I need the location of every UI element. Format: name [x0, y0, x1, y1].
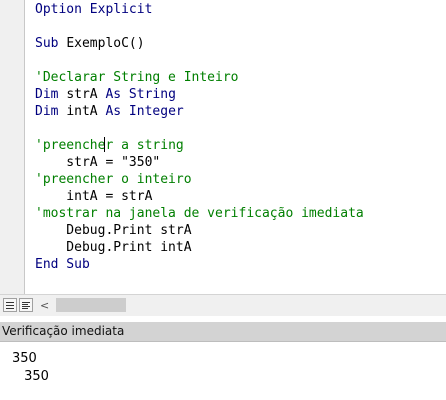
- code-line[interactable]: strA = "350": [35, 154, 364, 171]
- comment-token: 'preencher o inteiro: [35, 172, 192, 187]
- code-line[interactable]: Debug.Print strA: [35, 222, 364, 239]
- code-line[interactable]: Debug.Print intA: [35, 239, 364, 256]
- code-line[interactable]: 'Declarar String e Inteiro: [35, 69, 364, 86]
- keyword-token: Option Explicit: [35, 2, 153, 17]
- immediate-output-line: 350: [20, 369, 49, 384]
- keyword-token: End Sub: [35, 257, 90, 272]
- keyword-token: Dim: [35, 104, 67, 119]
- code-text: strA = "350": [35, 155, 161, 170]
- code-text: intA = strA: [35, 189, 153, 204]
- code-line[interactable]: [35, 52, 364, 69]
- code-line[interactable]: [35, 18, 364, 35]
- code-line[interactable]: Sub ExemploC(): [35, 35, 364, 52]
- immediate-output-line: 350: [12, 351, 37, 366]
- horizontal-scrollbar-thumb[interactable]: [56, 298, 126, 312]
- code-line[interactable]: 'preencher a string: [35, 137, 364, 154]
- keyword-token: As String: [105, 87, 176, 102]
- code-editor[interactable]: Option Explicit Sub ExemploC() 'Declarar S…: [35, 1, 364, 273]
- comment-token: 'mostrar na janela de verificação imedia…: [35, 206, 364, 221]
- code-window[interactable]: Option Explicit Sub ExemploC() 'Declarar S…: [0, 0, 446, 294]
- scroll-left-arrow-icon[interactable]: <: [40, 299, 49, 313]
- code-text: Debug.Print strA: [35, 223, 192, 238]
- code-gutter[interactable]: [0, 0, 25, 294]
- code-window-bottom-bar: <: [0, 294, 446, 317]
- identifier-token: strA: [66, 87, 106, 102]
- code-line[interactable]: Option Explicit: [35, 1, 364, 18]
- immediate-window-title: Verificação imediata: [2, 324, 125, 338]
- identifier-token: ExemploC(): [66, 36, 145, 51]
- full-module-view-icon[interactable]: [19, 298, 33, 312]
- code-line[interactable]: End Sub: [35, 256, 364, 273]
- comment-token: 'Declarar String e Inteiro: [35, 70, 239, 85]
- keyword-token: Dim: [35, 87, 67, 102]
- code-line[interactable]: Dim intA As Integer: [35, 103, 364, 120]
- keyword-token: Sub: [35, 36, 67, 51]
- code-text: Debug.Print intA: [35, 240, 192, 255]
- comment-token: r a string: [105, 138, 184, 153]
- immediate-window[interactable]: 350 350: [0, 342, 446, 400]
- code-line[interactable]: Dim strA As String: [35, 86, 364, 103]
- keyword-token: As Integer: [105, 104, 184, 119]
- code-line[interactable]: 'mostrar na janela de verificação imedia…: [35, 205, 364, 222]
- identifier-token: intA: [66, 104, 106, 119]
- code-line[interactable]: 'preencher o inteiro: [35, 171, 364, 188]
- code-line[interactable]: intA = strA: [35, 188, 364, 205]
- vba-editor: Option Explicit Sub ExemploC() 'Declarar S…: [0, 0, 446, 400]
- code-line[interactable]: [35, 120, 364, 137]
- comment-token: 'preenche: [35, 138, 106, 153]
- procedure-view-icon[interactable]: [3, 298, 17, 312]
- immediate-window-titlebar[interactable]: Verificação imediata: [0, 322, 446, 342]
